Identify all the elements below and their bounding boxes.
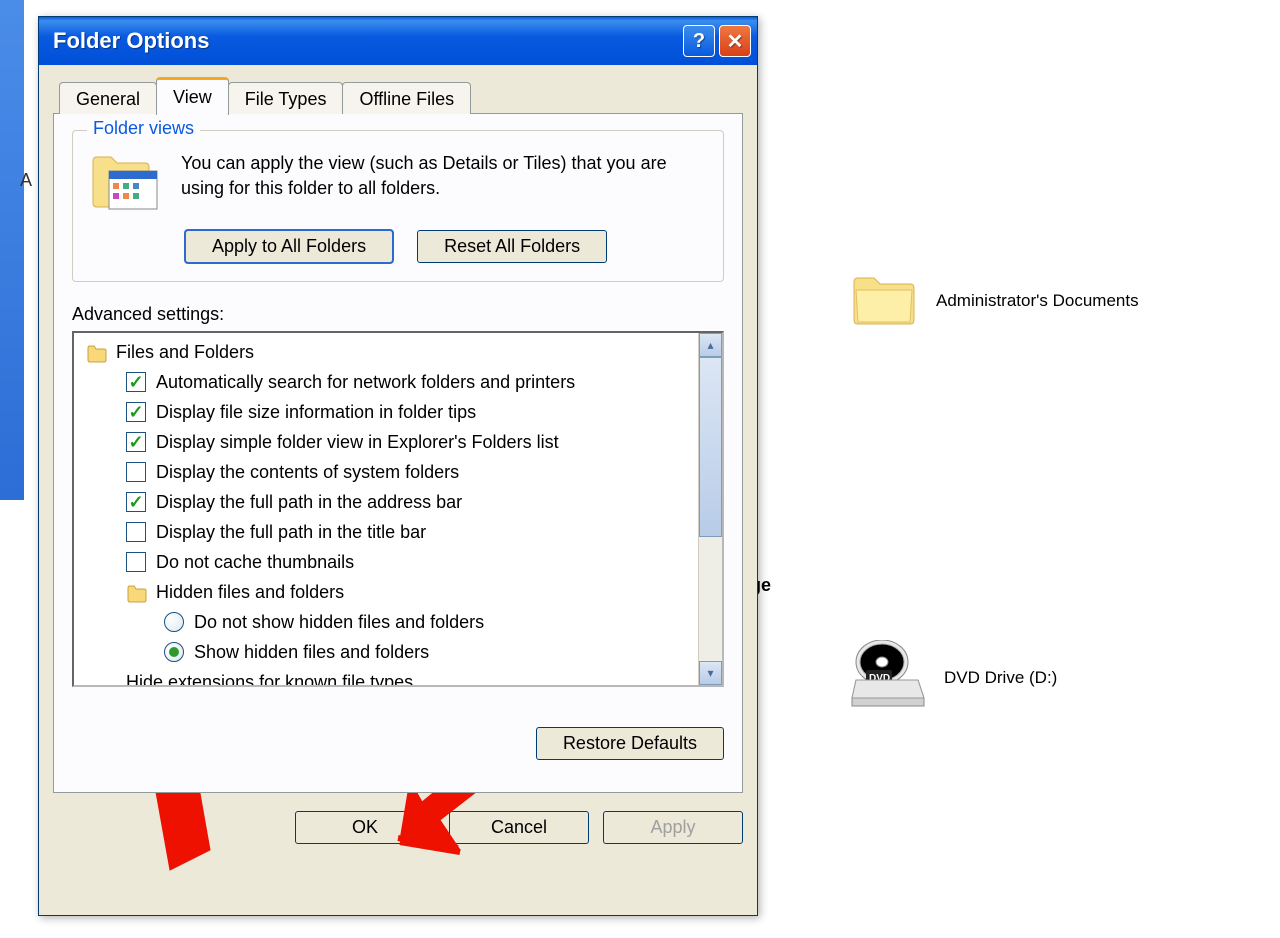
- radio-icon[interactable]: [164, 612, 184, 632]
- admin-documents-item[interactable]: Administrator's Documents: [850, 270, 1139, 331]
- tabstrip: General View File Types Offline Files: [53, 77, 743, 114]
- checkbox-icon[interactable]: [126, 522, 146, 542]
- tree-item-label: Display simple folder view in Explorer's…: [156, 427, 559, 457]
- tree-item-label: Display file size information in folder …: [156, 397, 476, 427]
- tab-general[interactable]: General: [59, 82, 157, 114]
- tree-radio-item[interactable]: Do not show hidden files and folders: [78, 607, 694, 637]
- dialog-title: Folder Options: [53, 28, 679, 54]
- tree-item-label: Automatically search for network folders…: [156, 367, 575, 397]
- apply-button[interactable]: Apply: [603, 811, 743, 844]
- folder-icon: [126, 582, 148, 602]
- checkbox-icon[interactable]: [126, 372, 146, 392]
- tree-item[interactable]: Display the full path in the title bar: [78, 517, 694, 547]
- titlebar[interactable]: Folder Options ? ✕: [39, 17, 757, 65]
- cancel-button[interactable]: Cancel: [449, 811, 589, 844]
- scroll-up-button[interactable]: ▴: [699, 333, 722, 357]
- tree-item[interactable]: Automatically search for network folders…: [78, 367, 694, 397]
- apply-to-all-folders-button[interactable]: Apply to All Folders: [185, 230, 393, 263]
- advanced-settings-label: Advanced settings:: [72, 304, 724, 325]
- tree-item[interactable]: Display simple folder view in Explorer's…: [78, 427, 694, 457]
- tree-group-label: Files and Folders: [116, 337, 254, 367]
- folder-options-dialog: Folder Options ? ✕ General View File Typ…: [38, 16, 758, 916]
- dvd-drive-label: DVD Drive (D:): [944, 668, 1057, 688]
- partial-label: A: [20, 170, 32, 191]
- advanced-settings-tree[interactable]: Files and Folders Automatically search f…: [72, 331, 724, 687]
- checkbox-icon[interactable]: [126, 492, 146, 512]
- scrollbar[interactable]: ▴ ▾: [698, 333, 722, 685]
- folder-views-group: Folder views: [72, 130, 724, 282]
- tab-offline-files[interactable]: Offline Files: [342, 82, 471, 114]
- tree-item[interactable]: Hide extensions for known file types: [78, 667, 694, 685]
- tree-item-label: Do not show hidden files and folders: [194, 607, 484, 637]
- folder-icon: [850, 270, 918, 331]
- close-button[interactable]: ✕: [719, 25, 751, 57]
- tab-file-types[interactable]: File Types: [228, 82, 344, 114]
- help-button[interactable]: ?: [683, 25, 715, 57]
- dialog-button-row: OK Cancel Apply: [39, 803, 757, 856]
- checkbox-icon[interactable]: [126, 402, 146, 422]
- folder-icon: [86, 342, 108, 362]
- tree-item-label: Hide extensions for known file types: [126, 667, 413, 685]
- checkbox-icon[interactable]: [126, 432, 146, 452]
- tree-item[interactable]: Display file size information in folder …: [78, 397, 694, 427]
- checkbox-icon[interactable]: [126, 552, 146, 572]
- folder-views-title: Folder views: [87, 118, 200, 139]
- scroll-track[interactable]: [699, 357, 722, 661]
- tree-item-label: Display the full path in the address bar: [156, 487, 462, 517]
- restore-defaults-button[interactable]: Restore Defaults: [536, 727, 724, 760]
- tree-group-files-and-folders: Files and Folders: [78, 337, 694, 367]
- tree-radio-item[interactable]: Show hidden files and folders: [78, 637, 694, 667]
- folder-views-description: You can apply the view (such as Details …: [181, 149, 707, 220]
- ok-button[interactable]: OK: [295, 811, 435, 844]
- tree-group-hidden-files: Hidden files and folders: [78, 577, 694, 607]
- tree-item-label: Display the contents of system folders: [156, 457, 459, 487]
- radio-icon[interactable]: [164, 642, 184, 662]
- tree-item[interactable]: Display the contents of system folders: [78, 457, 694, 487]
- tree-item[interactable]: Do not cache thumbnails: [78, 547, 694, 577]
- tab-view[interactable]: View: [156, 77, 229, 115]
- tree-item[interactable]: Display the full path in the address bar: [78, 487, 694, 517]
- tree-item-label: Do not cache thumbnails: [156, 547, 354, 577]
- scroll-thumb[interactable]: [699, 357, 722, 537]
- checkbox-icon[interactable]: [126, 462, 146, 482]
- dvd-drive-icon: DVD: [848, 640, 926, 715]
- window-left-strip: [0, 0, 24, 500]
- reset-all-folders-button[interactable]: Reset All Folders: [417, 230, 607, 263]
- tree-item-label: Show hidden files and folders: [194, 637, 429, 667]
- scroll-down-button[interactable]: ▾: [699, 661, 722, 685]
- admin-documents-label: Administrator's Documents: [936, 291, 1139, 311]
- tree-item-label: Display the full path in the title bar: [156, 517, 426, 547]
- folder-views-icon: [89, 149, 165, 220]
- tab-panel-view: Folder views: [53, 113, 743, 793]
- tree-group-label: Hidden files and folders: [156, 577, 344, 607]
- dvd-drive-item[interactable]: DVD DVD Drive (D:): [848, 640, 1057, 715]
